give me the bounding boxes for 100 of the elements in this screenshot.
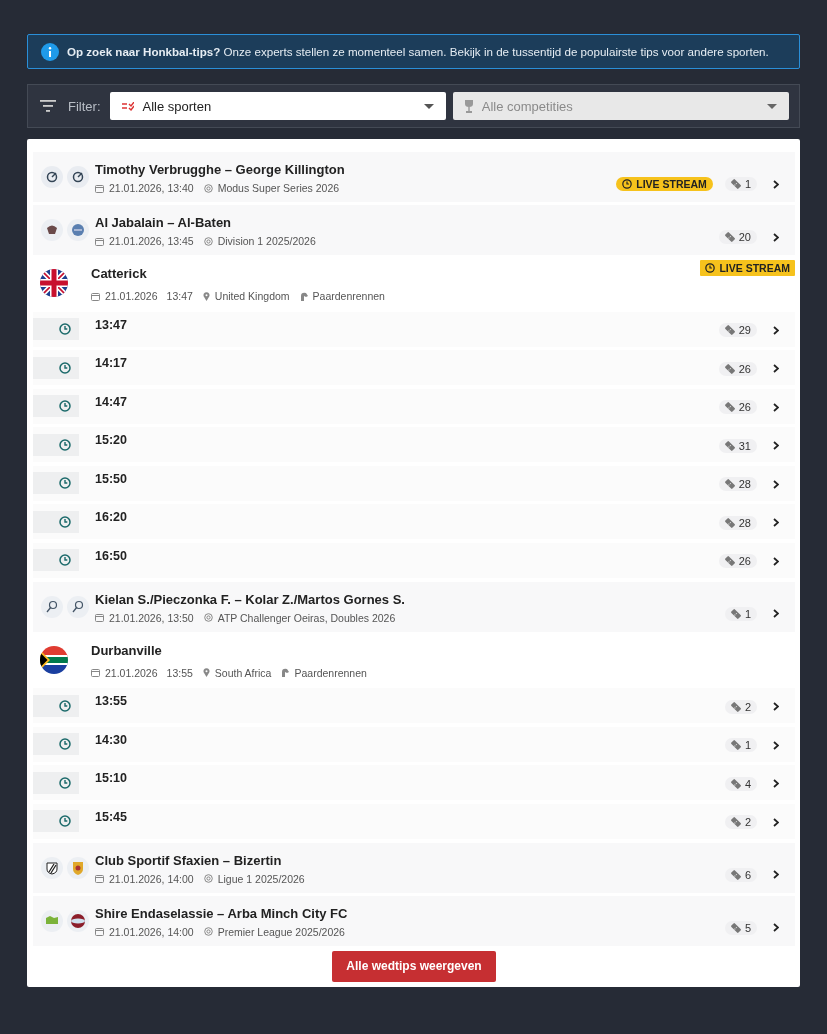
clock-icon	[59, 323, 71, 335]
team-logo-icon	[66, 908, 90, 933]
match-row[interactable]: Shire Endaselassie – Arba Minch City FC 21.01.2026, 14:00 Premier League 2025/2026 5	[33, 895, 795, 946]
match-title: Timothy Verbrugghe – George Killington	[95, 162, 345, 177]
clock-icon	[59, 361, 71, 374]
race-row[interactable]: 15:45 2	[33, 803, 795, 839]
tips-count: 28	[718, 515, 757, 530]
chevron-right-icon	[773, 779, 779, 788]
clock-icon	[59, 554, 71, 566]
globe-icon	[203, 183, 213, 193]
ticket-icon	[724, 325, 735, 335]
sports-icon	[121, 101, 134, 111]
match-title: Al Jabalain – Al-Baten	[95, 215, 232, 230]
tips-count: 1	[724, 738, 757, 752]
team-logo-icon	[40, 165, 64, 189]
race-row[interactable]: 13:55 2	[33, 688, 795, 723]
chevron-right-icon	[773, 740, 779, 750]
competition-name: Premier League 2025/2026	[217, 925, 345, 938]
ticket-icon	[724, 517, 735, 528]
clock-icon	[59, 400, 71, 412]
tips-count: 6	[724, 867, 757, 882]
calendar-icon	[91, 291, 100, 301]
team-logo-icon	[66, 165, 90, 189]
calendar-icon	[95, 874, 104, 883]
caret-down-icon	[767, 103, 777, 109]
ticket-icon	[730, 701, 741, 712]
race-row[interactable]: 15:10 4	[33, 765, 795, 800]
race-start-time: 16:20	[95, 510, 128, 524]
race-row[interactable]: 16:20 28	[33, 504, 795, 539]
tips-count: 4	[724, 776, 757, 791]
clock-icon	[622, 179, 633, 189]
ticket-icon	[730, 869, 741, 880]
ticket-icon	[724, 479, 735, 489]
show-all-button[interactable]: Alle wedtips weergeven	[332, 950, 496, 982]
chevron-right-icon	[773, 325, 779, 335]
chevron-right-icon	[773, 179, 779, 189]
tips-count: 20	[718, 230, 757, 244]
team-logo-icon	[66, 594, 90, 619]
chevron-right-icon	[773, 402, 779, 412]
ticket-icon	[724, 232, 735, 242]
competition-dropdown: Alle competities	[452, 92, 789, 120]
clock-icon	[59, 438, 71, 451]
tips-count: 2	[724, 699, 757, 714]
sport-dropdown[interactable]: Alle sporten	[109, 92, 446, 120]
chevron-right-icon	[773, 923, 779, 932]
match-title: Kielan S./Pieczonka F. – Kolar Z./Martos Gornes S.	[95, 591, 405, 607]
chevron-right-icon	[773, 817, 779, 827]
match-title: Shire Endaselassie – Arba Minch City FC	[95, 905, 348, 921]
race-row[interactable]: 15:50 28	[33, 465, 795, 501]
race-date: 21.01.2026	[105, 290, 158, 302]
chevron-right-icon	[773, 441, 779, 450]
match-title: Club Sportif Sfaxien – Bizertin	[95, 852, 282, 868]
tips-count: 26	[718, 361, 757, 376]
race-start-time: 15:45	[95, 809, 128, 824]
match-row[interactable]: Timothy Verbrugghe – George Killington 21.01.2026, 13:40 Modus Super Series 2026 LIVE STREAM 1	[33, 152, 795, 202]
ticket-icon	[730, 817, 741, 827]
live-stream-badge: LIVE STREAM	[616, 177, 713, 191]
ticket-icon	[724, 440, 735, 451]
race-time: 13:55	[166, 666, 193, 679]
filter-label: Filter:	[68, 98, 101, 114]
location-pin-icon	[202, 291, 210, 301]
race-row[interactable]: 14:17 26	[33, 350, 795, 385]
competition-name: Division 1 2025/2026	[217, 235, 316, 247]
banner-text: Op zoek naar Honkbal-tips? Onze experts stellen ze momenteel samen. Bekijk in de tussentijd de populairste tips voor andere sporten.	[67, 45, 769, 58]
ticket-icon	[730, 740, 741, 750]
race-start-time: 14:47	[95, 394, 128, 409]
race-start-time: 15:10	[95, 771, 128, 785]
clock-icon	[59, 699, 71, 712]
country-name: South Africa	[214, 666, 272, 679]
race-row[interactable]: 14:47 26	[33, 388, 795, 424]
race-time: 13:47	[166, 290, 193, 302]
chevron-right-icon	[773, 870, 779, 879]
country-name: United Kingdom	[214, 290, 290, 302]
flag-icon	[40, 645, 68, 674]
tips-count: 1	[724, 177, 757, 191]
team-logo-icon	[40, 908, 64, 933]
tips-count: 26	[718, 400, 757, 414]
race-row[interactable]: 14:30 1	[33, 726, 795, 762]
clock-icon	[59, 776, 71, 789]
team-logo-icon	[40, 855, 64, 880]
match-date: 21.01.2026, 13:40	[109, 182, 194, 194]
globe-icon	[203, 927, 213, 936]
match-date: 21.01.2026, 13:45	[109, 235, 194, 247]
race-row[interactable]: 13:47 29	[33, 311, 795, 347]
match-row[interactable]: Kielan S./Pieczonka F. – Kolar Z./Martos Gornes S. 21.01.2026, 13:50 ATP Challenger Oeiras, Doubles 2026 1	[33, 581, 795, 632]
clock-icon	[59, 515, 71, 528]
trophy-icon	[464, 99, 473, 113]
match-date: 21.01.2026, 13:50	[109, 611, 194, 624]
match-row[interactable]: Al Jabalain – Al-Baten 21.01.2026, 13:45 Division 1 2025/2026 20	[33, 205, 795, 255]
race-row[interactable]: 16:50 26	[33, 542, 795, 578]
competition-name: Modus Super Series 2026	[217, 182, 340, 194]
tips-count: 5	[724, 920, 757, 935]
chevron-right-icon	[773, 609, 779, 618]
flag-icon	[40, 269, 68, 297]
info-icon	[41, 42, 59, 61]
calendar-icon	[91, 668, 100, 677]
race-row[interactable]: 15:20 31	[33, 427, 795, 462]
team-logo-icon	[40, 218, 64, 242]
match-row[interactable]: Club Sportif Sfaxien – Bizertin 21.01.2026, 14:00 Ligue 1 2025/2026 6	[33, 842, 795, 893]
race-start-time: 14:17	[95, 356, 128, 370]
